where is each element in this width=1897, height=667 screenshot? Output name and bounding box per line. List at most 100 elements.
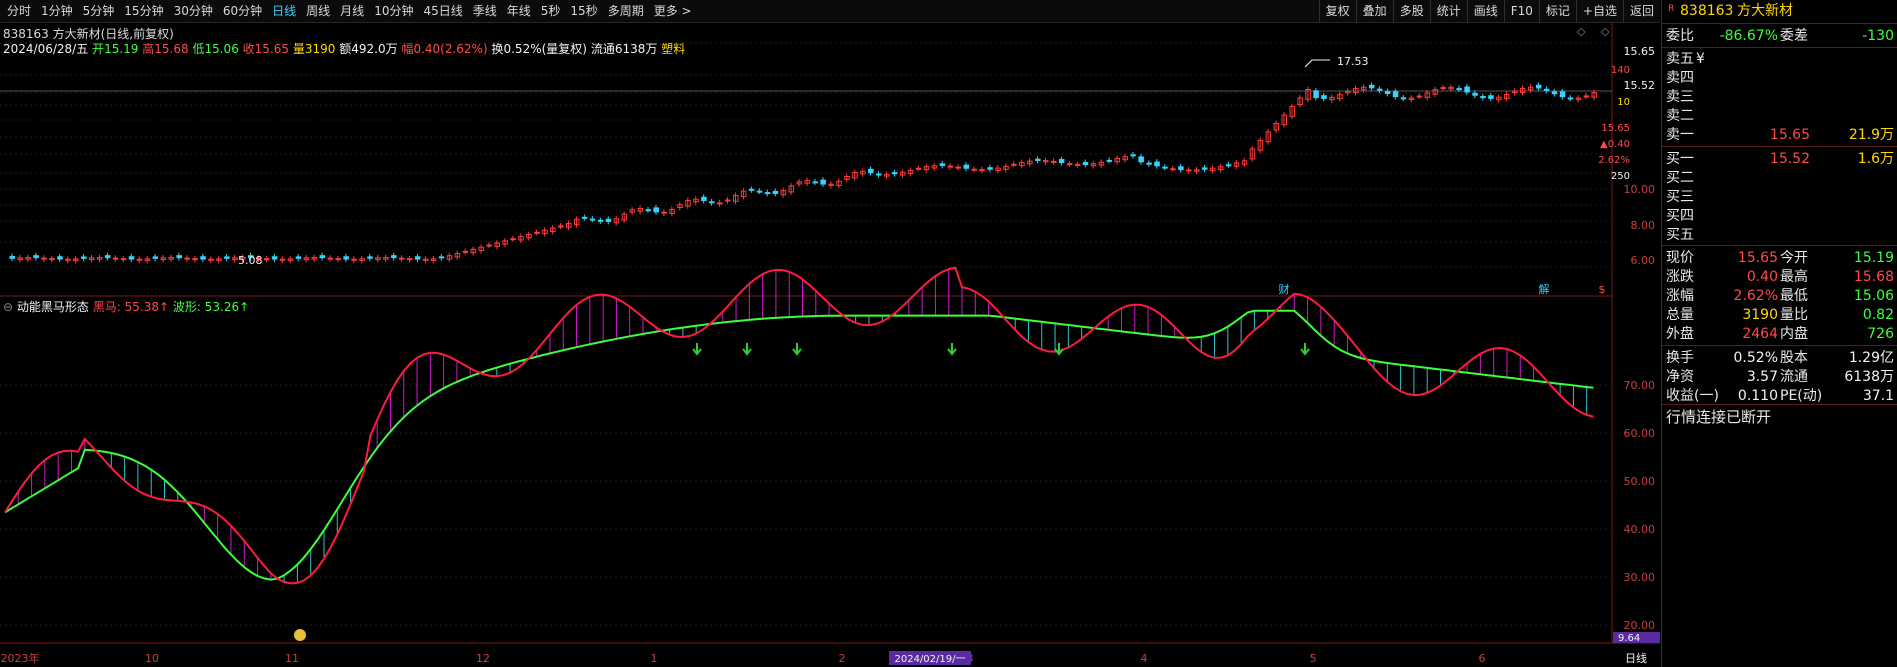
tool-button-4[interactable]: 画线 [1466,0,1504,22]
tool-button-1[interactable]: 叠加 [1355,0,1393,22]
price-tick-label: 15.65 [1624,45,1656,58]
candle-body [1456,88,1462,91]
close-label: 收 [242,42,255,56]
open-value: 15.19 [104,42,139,56]
chart-area[interactable]: 15.65 15.52 10.00 8.00 6.00 140 10 15.65 ▲0.40 2.… [0,23,1660,667]
candle-body [391,255,397,259]
candle-body [343,256,349,260]
stat-value: 2.62% [1733,288,1778,304]
stat-label: 最高 [1780,269,1808,285]
period-tab-10[interactable]: 45日线 [418,0,467,22]
event-marker: 解 [1539,282,1550,296]
tool-button-3[interactable]: 统计 [1429,0,1467,22]
period-tab-4[interactable]: 30分钟 [169,0,218,22]
stat-value: 0.82 [1862,307,1894,323]
candle-body [1464,86,1470,93]
tool-button-0[interactable]: 复权 [1318,0,1356,22]
price-tick-label: 6.00 [1631,254,1656,267]
tool-button-7[interactable]: +自选 [1575,0,1623,22]
candle-body [645,209,651,212]
stat-row: 涨幅 2.62% 最低 15.06 [1662,287,1897,306]
bid-price: 15.52 [1769,151,1810,167]
stat-row: 涨跌 0.40 最高 15.68 [1662,268,1897,287]
candle-body [581,216,588,219]
candle-body [486,244,492,247]
stock-name: 方大新材 [1737,3,1793,19]
indicator-toggle-icon[interactable]: ⊖ [3,300,13,314]
period-tab-0[interactable]: 分时 [2,0,36,22]
stat-label: 量比 [1780,307,1808,323]
candle-body [1535,84,1542,89]
bid-volume: 1.6万 [1857,151,1894,167]
candle-body [1313,90,1319,99]
period-label: 日线 [1625,651,1647,665]
candle-body [1559,91,1566,98]
period-tabs: 分时 1分钟 5分钟 15分钟 30分钟 60分钟 日线 周线 月线 10分钟 45日线 季线 年线 5秒… [0,0,697,22]
period-tab-15[interactable]: 多周期 [603,0,649,22]
bid-row: 买五 [1662,226,1897,245]
candle-body [558,225,564,228]
webi-value: -86.67% [1719,28,1778,44]
ohlc-readout: 2024/06/28/五 开15.19 高15.68 低15.06 收15.65… [3,40,685,57]
tool-button-2[interactable]: 多股 [1392,0,1430,22]
vol-value: 3190 [304,42,336,56]
price-axis-readout: 250 [1611,171,1630,182]
candle-body [1130,154,1136,157]
candle-body [1488,95,1494,99]
bid-label: 买二 [1666,170,1694,186]
period-tab-2[interactable]: 5分钟 [78,0,120,22]
chart-corner-icons[interactable]: ◇ ◇ [1577,25,1615,38]
candle-body [939,163,946,167]
fund-label: 流通 [1780,369,1808,385]
candle-body [414,256,421,260]
ask-label: 卖二 [1666,108,1694,124]
candle-body [104,255,111,259]
candle-body [1368,84,1375,89]
period-tab-1[interactable]: 1分钟 [36,0,78,22]
stat-value: 15.68 [1853,269,1894,285]
tool-button-8[interactable]: 返回 [1622,0,1660,22]
time-axis-label: 2023年 [1,651,40,665]
candle-body [1082,161,1089,165]
stock-code: 838163 [1680,3,1734,19]
candle-body [1011,163,1017,166]
candle-body [764,192,771,195]
period-tab-14[interactable]: 15秒 [565,0,602,22]
ask-row: 卖一 15.65 21.9万 [1662,126,1897,145]
panel-header: R 838163 方大新材 [1662,2,1897,21]
time-axis-label: 10 [145,652,159,665]
period-tab-3[interactable]: 15分钟 [119,0,168,22]
stat-value: 15.65 [1737,250,1778,266]
time-cursor-label: 2024/02/19/一 [894,654,965,665]
open-label: 开 [92,42,105,56]
candle-body [605,218,612,222]
candle-body [1138,156,1144,163]
period-tab-11[interactable]: 季线 [468,0,502,22]
bid-label: 买一 [1666,151,1694,167]
ask-price: 15.65 [1769,127,1810,143]
candle-body [725,199,731,202]
period-tab-6[interactable]: 日线 [267,0,301,22]
period-tab-5[interactable]: 60分钟 [218,0,267,22]
price-axis-readout: ▲0.40 [1600,139,1630,150]
event-marker: $ [1599,283,1606,296]
price-tick-label: 10.00 [1624,183,1656,196]
period-tab-8[interactable]: 月线 [335,0,369,22]
tool-button-5[interactable]: F10 [1503,0,1539,22]
quote-panel: R 838163 方大新材 委比 -86.67% 委差 -130 卖五 ¥ 卖四 卖三… [1661,0,1897,667]
period-tab-16[interactable]: 更多 > [649,0,697,22]
stat-value: 2464 [1742,326,1778,342]
amount-value: 额492.0万 [339,42,398,56]
period-tab-9[interactable]: 10分钟 [369,0,418,22]
candle-body [947,165,954,168]
period-tab-7[interactable]: 周线 [301,0,335,22]
fund-row: 净资 3.57 流通 6138万 [1662,368,1897,387]
indicator-tick-label: 20.00 [1624,619,1656,632]
kline-chart[interactable]: 15.65 15.52 10.00 8.00 6.00 140 10 15.65 ▲0.40 2.… [0,23,1660,667]
candle-body [1440,87,1446,90]
period-tab-13[interactable]: 5秒 [536,0,566,22]
bid-row: 买二 [1662,169,1897,188]
candle-body [1384,91,1391,95]
period-tab-12[interactable]: 年线 [502,0,536,22]
tool-button-6[interactable]: 标记 [1538,0,1576,22]
